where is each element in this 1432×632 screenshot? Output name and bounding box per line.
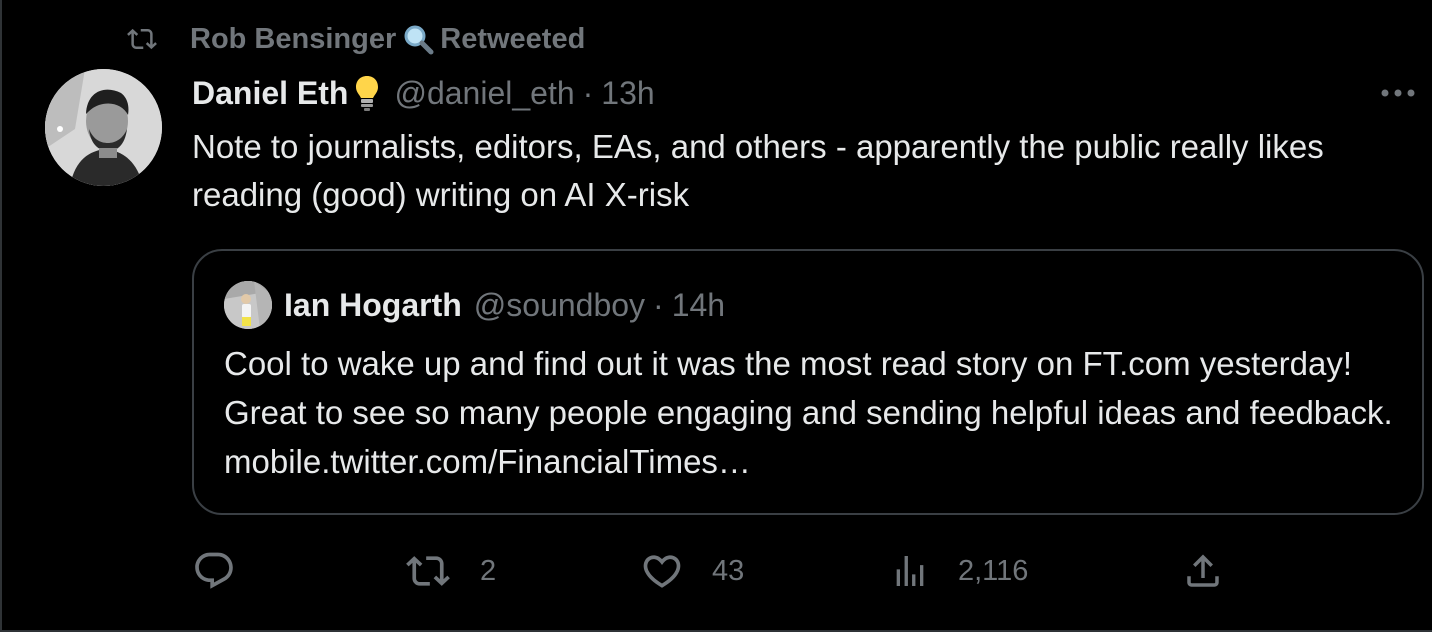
quoted-tweet-timestamp[interactable]: 14h [672, 287, 725, 324]
quoted-tweet-header: Ian Hogarth @soundboy · 14h [224, 281, 725, 329]
author-name[interactable]: Daniel Eth [192, 75, 348, 112]
reply-button[interactable] [192, 545, 236, 597]
tweet-text: Note to journalists, editors, EAs, and o… [192, 128, 1324, 213]
quoted-tweet[interactable]: Ian Hogarth @soundboy · 14h Cool to wake… [192, 249, 1424, 515]
retweeter-name[interactable]: Rob Bensinger [190, 23, 396, 56]
more-options-icon[interactable] [1378, 78, 1418, 108]
search-icon [402, 23, 434, 55]
tweet-timestamp[interactable]: 13h [601, 75, 654, 112]
social-context: Rob Bensinger Retweeted [122, 20, 585, 58]
heart-icon [640, 549, 684, 593]
analytics-icon [890, 549, 930, 593]
retweet-count: 2 [480, 554, 497, 587]
retweeted-label: Retweeted [440, 22, 586, 55]
retweet-icon [404, 549, 452, 593]
author-avatar[interactable] [45, 69, 162, 186]
tweet-card[interactable]: Rob Bensinger Retweeted Daniel Eth @dani… [0, 0, 1432, 632]
like-button[interactable]: 43 [640, 545, 744, 597]
lightbulb-icon [354, 74, 380, 112]
quoted-author-handle[interactable]: @soundboy [474, 287, 645, 324]
views-button[interactable]: 2,116 [890, 545, 1028, 597]
share-icon [1182, 549, 1224, 593]
retweet-icon [122, 22, 162, 56]
retweet-button[interactable]: 2 [404, 545, 496, 597]
views-count: 2,116 [958, 554, 1029, 587]
tweet-actions: 2 43 2,116 [192, 545, 1232, 597]
quoted-author-name[interactable]: Ian Hogarth [284, 287, 462, 324]
quoted-tweet-text: Cool to wake up and find out it was the … [224, 345, 1393, 480]
separator-dot: · [653, 286, 664, 323]
reply-icon [192, 549, 236, 593]
author-handle[interactable]: @daniel_eth [394, 75, 574, 112]
share-button[interactable] [1182, 545, 1224, 597]
tweet-header: Daniel Eth @daniel_eth · 13h [192, 70, 655, 116]
quoted-author-avatar [224, 281, 272, 329]
like-count: 43 [712, 554, 745, 587]
separator-dot: · [582, 74, 594, 111]
